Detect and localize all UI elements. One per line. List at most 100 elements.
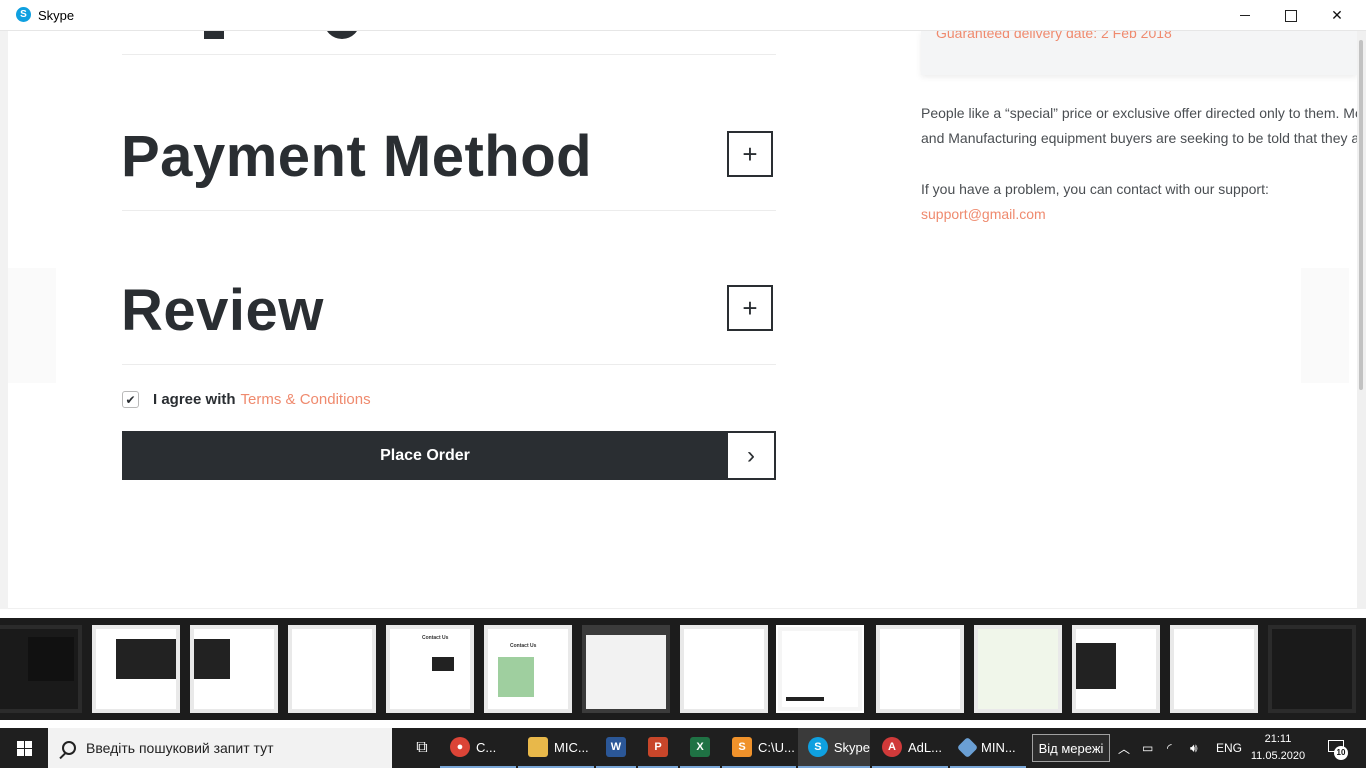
thumbnail-button (786, 697, 824, 701)
place-order-button[interactable]: Place Order › (122, 431, 776, 480)
screen-thumbnail[interactable] (582, 625, 670, 713)
thumbnail-label: Contact Us (510, 643, 537, 649)
screen-thumbnail-strip: Contact Us Contact Us (0, 618, 1366, 720)
screen-thumbnail[interactable] (974, 625, 1062, 713)
divider (122, 210, 776, 211)
taskbar-label: C:\U... (758, 739, 795, 755)
minimize-button[interactable] (1222, 0, 1268, 31)
powerpoint-icon: P (648, 737, 668, 757)
support-email-link[interactable]: support@gmail.com (921, 206, 1046, 222)
checkmark-icon: ✔ (125, 392, 136, 407)
thumbnail-preview: Contact Us (390, 629, 470, 709)
screen-thumbnail[interactable]: Contact Us (484, 625, 572, 713)
skype-icon: S (16, 7, 31, 22)
expand-review-button[interactable]: + (727, 285, 773, 331)
thumbnail-preview (194, 629, 274, 709)
thumbnail-preview (1272, 629, 1352, 709)
adlock-icon: A (882, 737, 902, 757)
order-summary-box: Guaranteed delivery date: 2 Feb 2018 (921, 31, 1357, 75)
thumbnail-preview (880, 629, 960, 709)
delivery-date: Guaranteed delivery date: 2 Feb 2018 (936, 31, 1172, 41)
thumbnail-preview (684, 629, 764, 709)
folder-icon (528, 737, 548, 757)
show-hidden-icons[interactable]: ︿ (1118, 728, 1130, 768)
taskbar-excel[interactable]: X (680, 728, 720, 768)
taskbar-label: Skype (833, 739, 870, 755)
chevron-up-icon: ︿ (1118, 741, 1131, 756)
right-shade (1301, 268, 1349, 383)
scrollbar-thumb[interactable] (1359, 40, 1363, 390)
excel-icon: X (690, 737, 710, 757)
battery-icon[interactable]: ▭ (1142, 728, 1153, 768)
chrome-icon: ● (450, 737, 470, 757)
wifi-icon[interactable]: ◜ (1167, 728, 1172, 768)
task-view-button[interactable]: ⧉ (404, 728, 440, 768)
thumbnail-label: Contact Us (422, 635, 449, 641)
taskbar: Введіть пошуковий запит тут ⧉ ● C... MIC… (0, 728, 1366, 768)
section-title-review: Review (121, 278, 324, 343)
screen-thumbnail[interactable]: Contact Us (386, 625, 474, 713)
screen-thumbnail[interactable] (288, 625, 376, 713)
maximize-icon (1285, 9, 1297, 22)
volume-icon[interactable]: 🔊︎ (1190, 728, 1198, 768)
taskbar-skype[interactable]: S Skype (798, 728, 870, 768)
thumbnail-preview (978, 629, 1058, 709)
divider (122, 364, 776, 365)
language-indicator[interactable]: ENG (1216, 728, 1242, 768)
notification-center-button[interactable]: 10 (1322, 738, 1348, 760)
thumbnail-preview (1076, 629, 1156, 709)
thumbnail-preview (1174, 629, 1254, 709)
taskbar-powerpoint[interactable]: P (638, 728, 678, 768)
screen-thumbnail-active[interactable] (776, 625, 864, 713)
windows-icon (16, 740, 32, 756)
shared-screen: Payment Method + Review + ✔ I agree with… (8, 31, 1357, 609)
word-icon: W (606, 737, 626, 757)
taskbar-adlock[interactable]: A AdL... (872, 728, 948, 768)
thumbnail-preview (292, 629, 372, 709)
task-view-icon: ⧉ (416, 739, 428, 756)
terms-link[interactable]: Terms & Conditions (241, 391, 371, 408)
minimize-icon (1240, 15, 1250, 16)
screen-thumbnail[interactable] (1072, 625, 1160, 713)
taskbar-word[interactable]: W (596, 728, 636, 768)
thumbnail-terminal (116, 639, 176, 679)
info-text: and Manufacturing equipment buyers are s… (921, 130, 1357, 146)
maximize-button[interactable] (1268, 0, 1314, 31)
thumbnail-terminal (28, 637, 74, 681)
plus-icon: + (742, 139, 758, 169)
plus-icon: + (742, 293, 758, 323)
thumbnail-preview (782, 631, 858, 707)
agree-label: I agree with (153, 391, 236, 408)
start-button[interactable] (0, 728, 48, 768)
expand-payment-method-button[interactable]: + (727, 131, 773, 177)
divider (122, 54, 776, 55)
taskbar-git[interactable]: MIN... (950, 728, 1026, 768)
thumbnail-map (498, 657, 534, 697)
screen-thumbnail[interactable] (876, 625, 964, 713)
clock-date: 11.05.2020 (1250, 750, 1306, 762)
thumbnail-terminal (194, 639, 230, 679)
taskbar-search[interactable]: Введіть пошуковий запит тут (48, 728, 392, 768)
notification-count: 10 (1334, 746, 1348, 760)
window-title: Skype (38, 8, 75, 23)
git-icon (956, 736, 979, 758)
section-title-payment-method: Payment Method (121, 124, 593, 189)
screen-thumbnail[interactable] (1268, 625, 1356, 713)
taskbar-label: AdL... (908, 739, 942, 755)
thumbnail-preview: Contact Us (488, 629, 568, 709)
screen-thumbnail[interactable] (92, 625, 180, 713)
taskbar-sublime[interactable]: S C:\U... (722, 728, 796, 768)
close-button[interactable]: ✕ (1314, 0, 1360, 31)
screen-thumbnail[interactable] (190, 625, 278, 713)
taskbar-explorer[interactable]: MIC... (518, 728, 594, 768)
clock[interactable]: 21:11 11.05.2020 (1250, 731, 1306, 765)
screen-thumbnail[interactable] (680, 625, 768, 713)
screen-thumbnail[interactable] (1170, 625, 1258, 713)
agree-checkbox[interactable]: ✔ (122, 391, 139, 408)
screen-thumbnail[interactable] (0, 625, 82, 713)
thumbnail-preview (586, 635, 666, 709)
partial-heading (204, 31, 394, 39)
taskbar-label: MIC... (554, 739, 589, 755)
sublime-icon: S (732, 737, 752, 757)
taskbar-chrome[interactable]: ● C... (440, 728, 516, 768)
